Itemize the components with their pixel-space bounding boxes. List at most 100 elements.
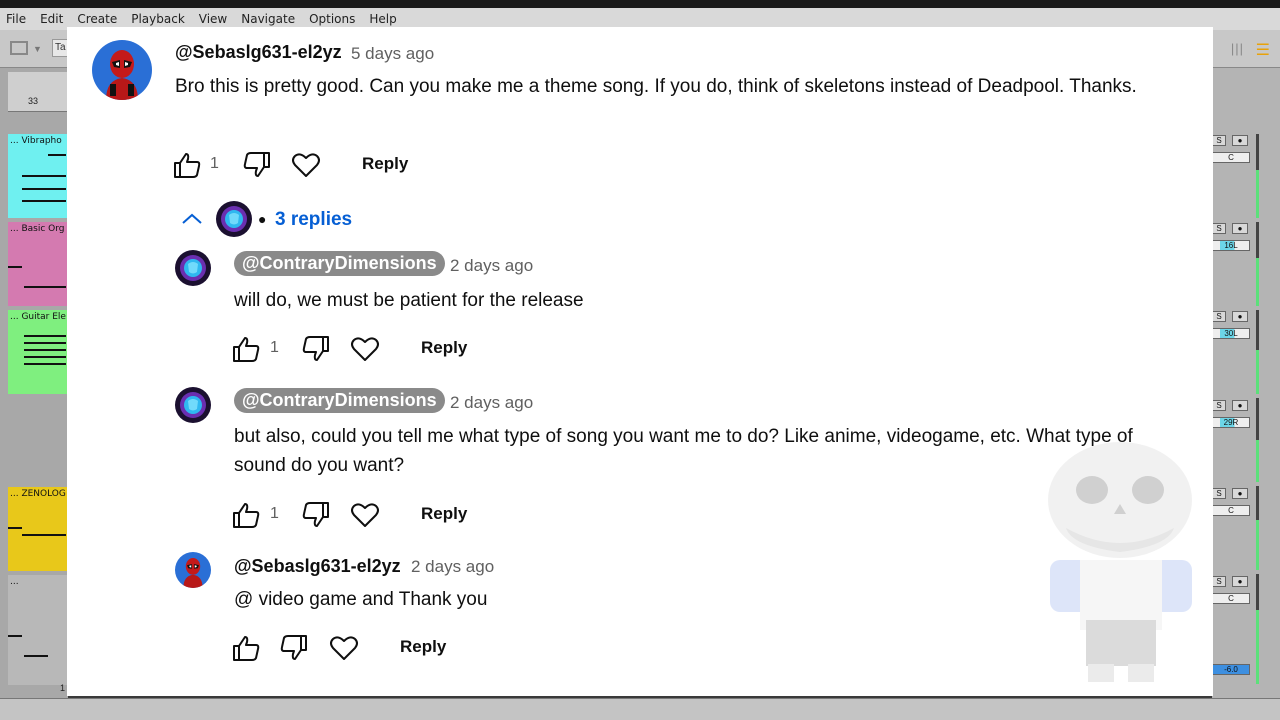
menu-view[interactable]: View — [199, 12, 227, 26]
avatar-sebaslg[interactable] — [92, 40, 152, 100]
solo-button[interactable]: S — [1212, 311, 1226, 322]
reply-body: @ video game and Thank you — [234, 589, 488, 610]
reply-button[interactable]: Reply — [400, 637, 446, 657]
reply-timestamp[interactable]: 2 days ago — [450, 256, 533, 276]
meter-bars-icon: ||| — [1230, 41, 1244, 56]
reply-timestamp[interactable]: 2 days ago — [450, 393, 533, 413]
heart-icon[interactable] — [329, 633, 359, 663]
thumbs-down-icon[interactable] — [301, 500, 331, 530]
midi-note — [8, 527, 22, 529]
comment-author[interactable]: @Sebaslg631-el2yz — [175, 42, 342, 63]
monitor-button[interactable]: ● — [1232, 311, 1248, 322]
ruler-bar-number: 33 — [28, 96, 39, 106]
heart-icon[interactable] — [350, 334, 380, 364]
midi-note — [24, 655, 48, 657]
like-count: 1 — [270, 339, 279, 356]
chevron-up-icon[interactable] — [178, 208, 206, 230]
replier-avatar — [216, 201, 252, 237]
reply-body: will do, we must be patient for the rele… — [234, 290, 584, 311]
pan-control[interactable]: C — [1212, 593, 1250, 604]
pan-control[interactable]: 30L — [1212, 328, 1250, 339]
menu-edit[interactable]: Edit — [40, 12, 63, 26]
clip-zenology[interactable] — [8, 487, 68, 571]
menu-options[interactable]: Options — [309, 12, 355, 26]
avatar-contrarydimensions[interactable] — [175, 387, 211, 423]
midi-note — [24, 349, 66, 351]
level-meter-fill — [1256, 350, 1259, 394]
pan-control[interactable]: 16L — [1212, 240, 1250, 251]
midi-note — [22, 200, 66, 202]
pan-control[interactable]: C — [1212, 505, 1250, 516]
solo-button[interactable]: S — [1212, 488, 1226, 499]
midi-note — [24, 335, 66, 337]
level-meter-fill — [1256, 258, 1259, 306]
clip-empty[interactable] — [8, 575, 68, 685]
clip-basic-organ[interactable] — [8, 222, 68, 306]
pan-control[interactable]: 29R — [1212, 417, 1250, 428]
skeleton-character-image — [1030, 440, 1212, 696]
midi-note — [22, 175, 66, 177]
view-toggle-icon[interactable] — [10, 41, 28, 55]
solo-button[interactable]: S — [1212, 135, 1226, 146]
hamburger-menu-icon[interactable]: ☰ — [1256, 40, 1270, 60]
track-name: ... Basic Org — [10, 224, 65, 234]
like-count: 1 — [210, 155, 219, 172]
reply-button[interactable]: Reply — [362, 154, 408, 174]
monitor-button[interactable]: ● — [1232, 488, 1248, 499]
heart-icon[interactable] — [350, 500, 380, 530]
solo-button[interactable]: S — [1212, 400, 1226, 411]
heart-icon[interactable] — [291, 150, 321, 180]
thumbs-down-icon[interactable] — [279, 633, 309, 663]
monitor-button[interactable]: ● — [1232, 400, 1248, 411]
thumbs-up-icon[interactable] — [172, 150, 202, 180]
avatar-contrarydimensions[interactable] — [175, 250, 211, 286]
thumbs-down-icon[interactable] — [242, 150, 272, 180]
thumbs-down-icon[interactable] — [301, 334, 331, 364]
midi-note — [8, 266, 22, 268]
menu-create[interactable]: Create — [77, 12, 117, 26]
level-meter-fill — [1256, 520, 1259, 570]
monitor-button[interactable]: ● — [1232, 135, 1248, 146]
reply-author[interactable]: @ContraryDimensions — [234, 251, 445, 276]
comment-timestamp[interactable]: 5 days ago — [351, 44, 434, 64]
daw-status-bar: 1 — [0, 683, 1280, 720]
master-volume-readout[interactable]: -6.0 — [1212, 664, 1250, 675]
thumbs-up-icon[interactable] — [231, 633, 261, 663]
midi-note — [48, 154, 66, 156]
window-top-edge — [0, 0, 1280, 8]
level-meter-fill — [1256, 440, 1259, 482]
menu-playback[interactable]: Playback — [131, 12, 185, 26]
midi-note — [24, 363, 66, 365]
reply-button[interactable]: Reply — [421, 504, 467, 524]
replies-count[interactable]: 3 replies — [275, 209, 352, 231]
clip-guitar-electric[interactable] — [8, 310, 68, 394]
pan-control[interactable]: C — [1212, 152, 1250, 163]
menu-help[interactable]: Help — [369, 12, 396, 26]
track-name: ... ZENOLOG — [10, 489, 66, 499]
avatar-sebaslg[interactable] — [175, 552, 211, 588]
solo-button[interactable]: S — [1212, 576, 1226, 587]
midi-note — [24, 286, 66, 288]
monitor-button[interactable]: ● — [1232, 223, 1248, 234]
orb-avatar-icon — [175, 250, 211, 286]
monitor-button[interactable]: ● — [1232, 576, 1248, 587]
menu-file[interactable]: File — [6, 12, 26, 26]
reply-button[interactable]: Reply — [421, 338, 467, 358]
reply-author[interactable]: @Sebaslg631-el2yz — [234, 556, 401, 577]
level-meter-fill — [1256, 170, 1259, 218]
caret-down-icon[interactable]: ▼ — [33, 44, 42, 54]
solo-button[interactable]: S — [1212, 223, 1226, 234]
midi-note — [24, 342, 66, 344]
thumbs-up-icon[interactable] — [231, 334, 261, 364]
deadpool-avatar-icon — [92, 40, 152, 100]
midi-note — [8, 635, 22, 637]
track-name: ... Vibrapho — [10, 136, 62, 146]
timeline-ruler[interactable] — [8, 72, 68, 112]
reply-timestamp[interactable]: 2 days ago — [411, 557, 494, 577]
midi-note — [22, 188, 66, 190]
track-name: ... Guitar Ele — [10, 312, 66, 322]
bar-tick: 1 — [60, 683, 66, 693]
menu-navigate[interactable]: Navigate — [241, 12, 295, 26]
reply-author[interactable]: @ContraryDimensions — [234, 388, 445, 413]
thumbs-up-icon[interactable] — [231, 500, 261, 530]
